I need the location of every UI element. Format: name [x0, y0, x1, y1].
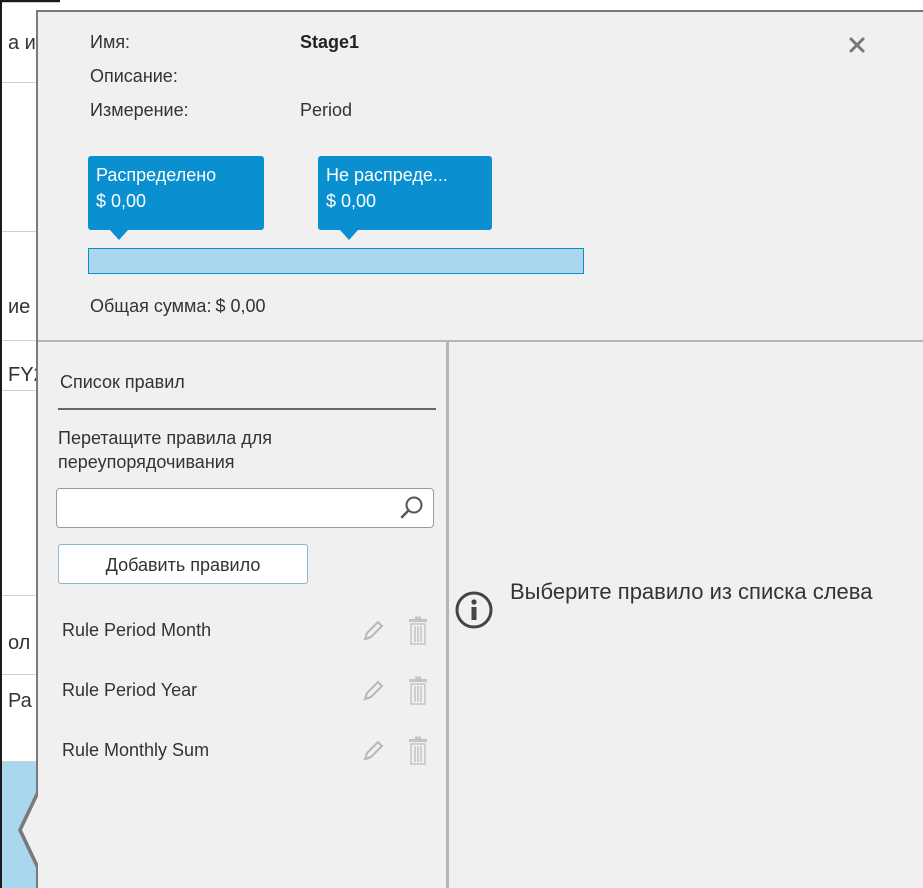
close-icon [849, 37, 865, 53]
popover-arrow-inner [22, 792, 40, 868]
rules-search [56, 488, 434, 528]
background-text: ие [8, 296, 31, 318]
background-text: ол [8, 632, 31, 654]
pane-splitter[interactable] [446, 342, 449, 888]
trash-icon[interactable] [406, 616, 430, 646]
dimension-label: Измерение: [90, 100, 189, 120]
pencil-icon[interactable] [360, 618, 386, 644]
trash-icon[interactable] [406, 676, 430, 706]
rules-title-underline [58, 408, 436, 410]
empty-detail-message: Выберите правило из списка слева [510, 579, 873, 604]
rule-item[interactable]: Rule Period Month [58, 612, 438, 652]
section-divider [38, 340, 923, 342]
rules-search-input[interactable] [65, 489, 389, 527]
allocated-value: $ 0,00 [96, 191, 147, 211]
name-label: Имя: [90, 32, 131, 52]
unallocated-callout: Не распреде... $ 0,00 [318, 156, 492, 240]
info-icon [455, 591, 493, 629]
allocation-bar [88, 248, 584, 274]
rule-item[interactable]: Rule Monthly Sum [58, 732, 438, 772]
unallocated-label: Не распреде... [326, 165, 448, 185]
name-value: Stage1 [300, 32, 360, 52]
unallocated-value: $ 0,00 [326, 191, 377, 211]
allocated-callout: Распределено $ 0,00 [88, 156, 264, 240]
rule-item[interactable]: Rule Period Year [58, 672, 438, 712]
total-label: Общая сумма: [90, 296, 212, 316]
rules-reorder-hint: Перетащите правила для переупорядочивани… [58, 428, 272, 472]
dimension-value: Period [300, 100, 353, 120]
rule-item-label: Rule Monthly Sum [62, 740, 210, 760]
search-icon[interactable] [399, 495, 425, 521]
background-text: Ра [8, 690, 32, 712]
pencil-icon[interactable] [360, 678, 386, 704]
background-text: а и [8, 32, 36, 54]
rules-list-title: Список правил [60, 372, 185, 392]
allocated-label: Распределено [96, 165, 217, 185]
description-label: Описание: [90, 66, 178, 86]
close-button[interactable] [842, 30, 872, 60]
trash-icon[interactable] [406, 736, 430, 766]
add-rule-button[interactable]: Добавить правило [58, 544, 308, 584]
rule-item-label: Rule Period Month [62, 620, 212, 640]
pencil-icon[interactable] [360, 738, 386, 764]
total-amount: Общая сумма: $ 0,00 [90, 296, 270, 317]
total-value: $ 0,00 [215, 296, 266, 316]
rule-item-label: Rule Period Year [62, 680, 198, 700]
